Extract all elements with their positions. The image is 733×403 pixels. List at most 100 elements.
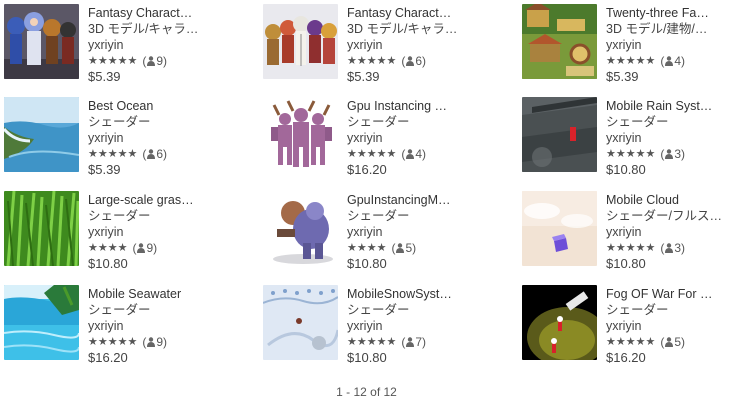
asset-thumbnail[interactable] [263, 4, 338, 79]
asset-publisher[interactable]: yxriyin [88, 224, 222, 240]
rating-count-value: 7 [415, 335, 422, 349]
asset-price: $16.20 [606, 350, 646, 365]
rating-stars: ★★★★★ [347, 336, 397, 348]
rating-count: (3) [660, 147, 685, 161]
asset-thumbnail[interactable] [4, 4, 79, 79]
asset-title[interactable]: GpuInstancingM… [347, 192, 481, 208]
asset-thumbnail[interactable] [522, 97, 597, 172]
asset-thumbnail[interactable] [522, 4, 597, 79]
rating-count: (6) [142, 147, 167, 161]
asset-rating: ★★★★★ (6) [347, 53, 481, 69]
asset-price: $5.39 [88, 162, 121, 177]
asset-card[interactable]: Mobile Cloud シェーダー/フルス… yxriyin ★★★★★ (3) $10… [522, 191, 733, 271]
person-icon [406, 149, 415, 159]
asset-category[interactable]: シェーダー [88, 302, 222, 318]
asset-card[interactable]: MobileSnowSyst… シェーダー yxriyin ★★★★★ (7) $10.8… [263, 285, 498, 365]
rating-count: (5) [391, 241, 417, 255]
rating-count-value: 6 [156, 147, 163, 161]
asset-card[interactable]: Gpu Instancing … シェーダー yxriyin ★★★★★ (4) $16.… [263, 97, 498, 177]
asset-card[interactable]: Mobile Seawater シェーダー yxriyin ★★★★★ (9) $16.2… [4, 285, 239, 365]
asset-card[interactable]: Best Ocean シェーダー yxriyin ★★★★★ (6) $5.39 [4, 97, 239, 177]
asset-category[interactable]: シェーダー/フルス… [606, 208, 733, 224]
asset-publisher[interactable]: yxriyin [88, 37, 222, 53]
pagination-summary: 1 - 12 of 12 [336, 385, 397, 399]
rating-count: (3) [660, 241, 685, 255]
asset-publisher[interactable]: yxriyin [606, 318, 733, 334]
asset-publisher[interactable]: yxriyin [606, 130, 733, 146]
asset-thumbnail[interactable] [4, 285, 79, 360]
asset-price: $5.39 [347, 69, 380, 84]
asset-title[interactable]: Twenty-three Fa… [606, 5, 733, 21]
asset-rating: ★★★★★ (9) [88, 334, 222, 350]
rating-stars: ★★★★★ [606, 148, 656, 160]
asset-card[interactable]: Mobile Rain Syst… シェーダー yxriyin ★★★★★ (3) $10… [522, 97, 733, 177]
asset-thumbnail[interactable] [263, 97, 338, 172]
asset-rating: ★★★★★ (9) [88, 53, 222, 69]
asset-category[interactable]: 3D モデル/建物/… [606, 21, 733, 37]
asset-title[interactable]: Mobile Rain Syst… [606, 98, 733, 114]
rating-stars: ★★★★ [88, 242, 128, 254]
asset-card[interactable]: Fantasy Charact… 3D モデル/キャラ… yxriyin ★★★★★ (… [263, 4, 498, 84]
rating-count: (9) [142, 335, 167, 349]
asset-title[interactable]: MobileSnowSyst… [347, 286, 481, 302]
rating-count-value: 4 [415, 147, 422, 161]
asset-title[interactable]: Mobile Seawater [88, 286, 222, 302]
asset-price: $10.80 [347, 350, 387, 365]
asset-title[interactable]: Gpu Instancing … [347, 98, 481, 114]
asset-price: $16.20 [88, 350, 128, 365]
asset-card[interactable]: Large-scale gras… シェーダー yxriyin ★★★★ (9) $10.… [4, 191, 239, 271]
asset-category[interactable]: 3D モデル/キャラ… [88, 21, 222, 37]
person-icon [137, 243, 146, 253]
asset-title[interactable]: Fantasy Charact… [88, 5, 222, 21]
asset-card[interactable]: Fantasy Charact… 3D モデル/キャラ… yxriyin ★★★★★ (… [4, 4, 239, 84]
asset-category[interactable]: シェーダー [347, 302, 481, 318]
asset-thumbnail[interactable] [263, 191, 338, 266]
asset-title[interactable]: Best Ocean [88, 98, 222, 114]
asset-thumbnail[interactable] [263, 285, 338, 360]
asset-publisher[interactable]: yxriyin [347, 224, 481, 240]
person-icon [406, 56, 415, 66]
asset-price: $10.80 [606, 256, 646, 271]
rating-count: (4) [401, 147, 426, 161]
rating-count-value: 3 [674, 147, 681, 161]
asset-card[interactable]: Fog OF War For … シェーダー yxriyin ★★★★★ (5) $16.… [522, 285, 733, 365]
asset-title[interactable]: Fog OF War For … [606, 286, 733, 302]
asset-card[interactable]: GpuInstancingM… シェーダー yxriyin ★★★★ (5) $10.80 [263, 191, 498, 271]
rating-count-value: 5 [405, 241, 413, 255]
asset-price: $5.39 [606, 69, 639, 84]
asset-card[interactable]: Twenty-three Fa… 3D モデル/建物/… yxriyin ★★★★★ (… [522, 4, 733, 84]
asset-rating: ★★★★ (5) [347, 240, 481, 256]
rating-count-value: 6 [415, 54, 422, 68]
asset-publisher[interactable]: yxriyin [347, 130, 481, 146]
asset-title[interactable]: Mobile Cloud [606, 192, 733, 208]
asset-thumbnail[interactable] [522, 191, 597, 266]
asset-category[interactable]: 3D モデル/キャラ… [347, 21, 481, 37]
asset-category[interactable]: シェーダー [347, 114, 481, 130]
asset-category[interactable]: シェーダー [606, 302, 733, 318]
asset-title[interactable]: Large-scale gras… [88, 192, 222, 208]
asset-rating: ★★★★★ (4) [606, 53, 733, 69]
asset-title[interactable]: Fantasy Charact… [347, 5, 481, 21]
asset-rating: ★★★★★ (3) [606, 240, 733, 256]
rating-count-value: 3 [674, 241, 681, 255]
asset-category[interactable]: シェーダー [88, 208, 222, 224]
rating-count-value: 4 [674, 54, 681, 68]
asset-publisher[interactable]: yxriyin [347, 318, 481, 334]
asset-thumbnail[interactable] [522, 285, 597, 360]
asset-category[interactable]: シェーダー [88, 114, 222, 130]
asset-price: $16.20 [347, 162, 387, 177]
asset-thumbnail[interactable] [4, 191, 79, 266]
person-icon [396, 243, 405, 253]
rating-count: (6) [401, 54, 426, 68]
asset-thumbnail[interactable] [4, 97, 79, 172]
rating-count: (4) [660, 54, 685, 68]
asset-category[interactable]: シェーダー [606, 114, 733, 130]
asset-publisher[interactable]: yxriyin [88, 130, 222, 146]
rating-count: (9) [132, 241, 158, 255]
asset-publisher[interactable]: yxriyin [606, 224, 733, 240]
asset-category[interactable]: シェーダー [347, 208, 481, 224]
asset-publisher[interactable]: yxriyin [347, 37, 481, 53]
rating-stars: ★★★★★ [347, 55, 397, 67]
asset-publisher[interactable]: yxriyin [88, 318, 222, 334]
asset-publisher[interactable]: yxriyin [606, 37, 733, 53]
